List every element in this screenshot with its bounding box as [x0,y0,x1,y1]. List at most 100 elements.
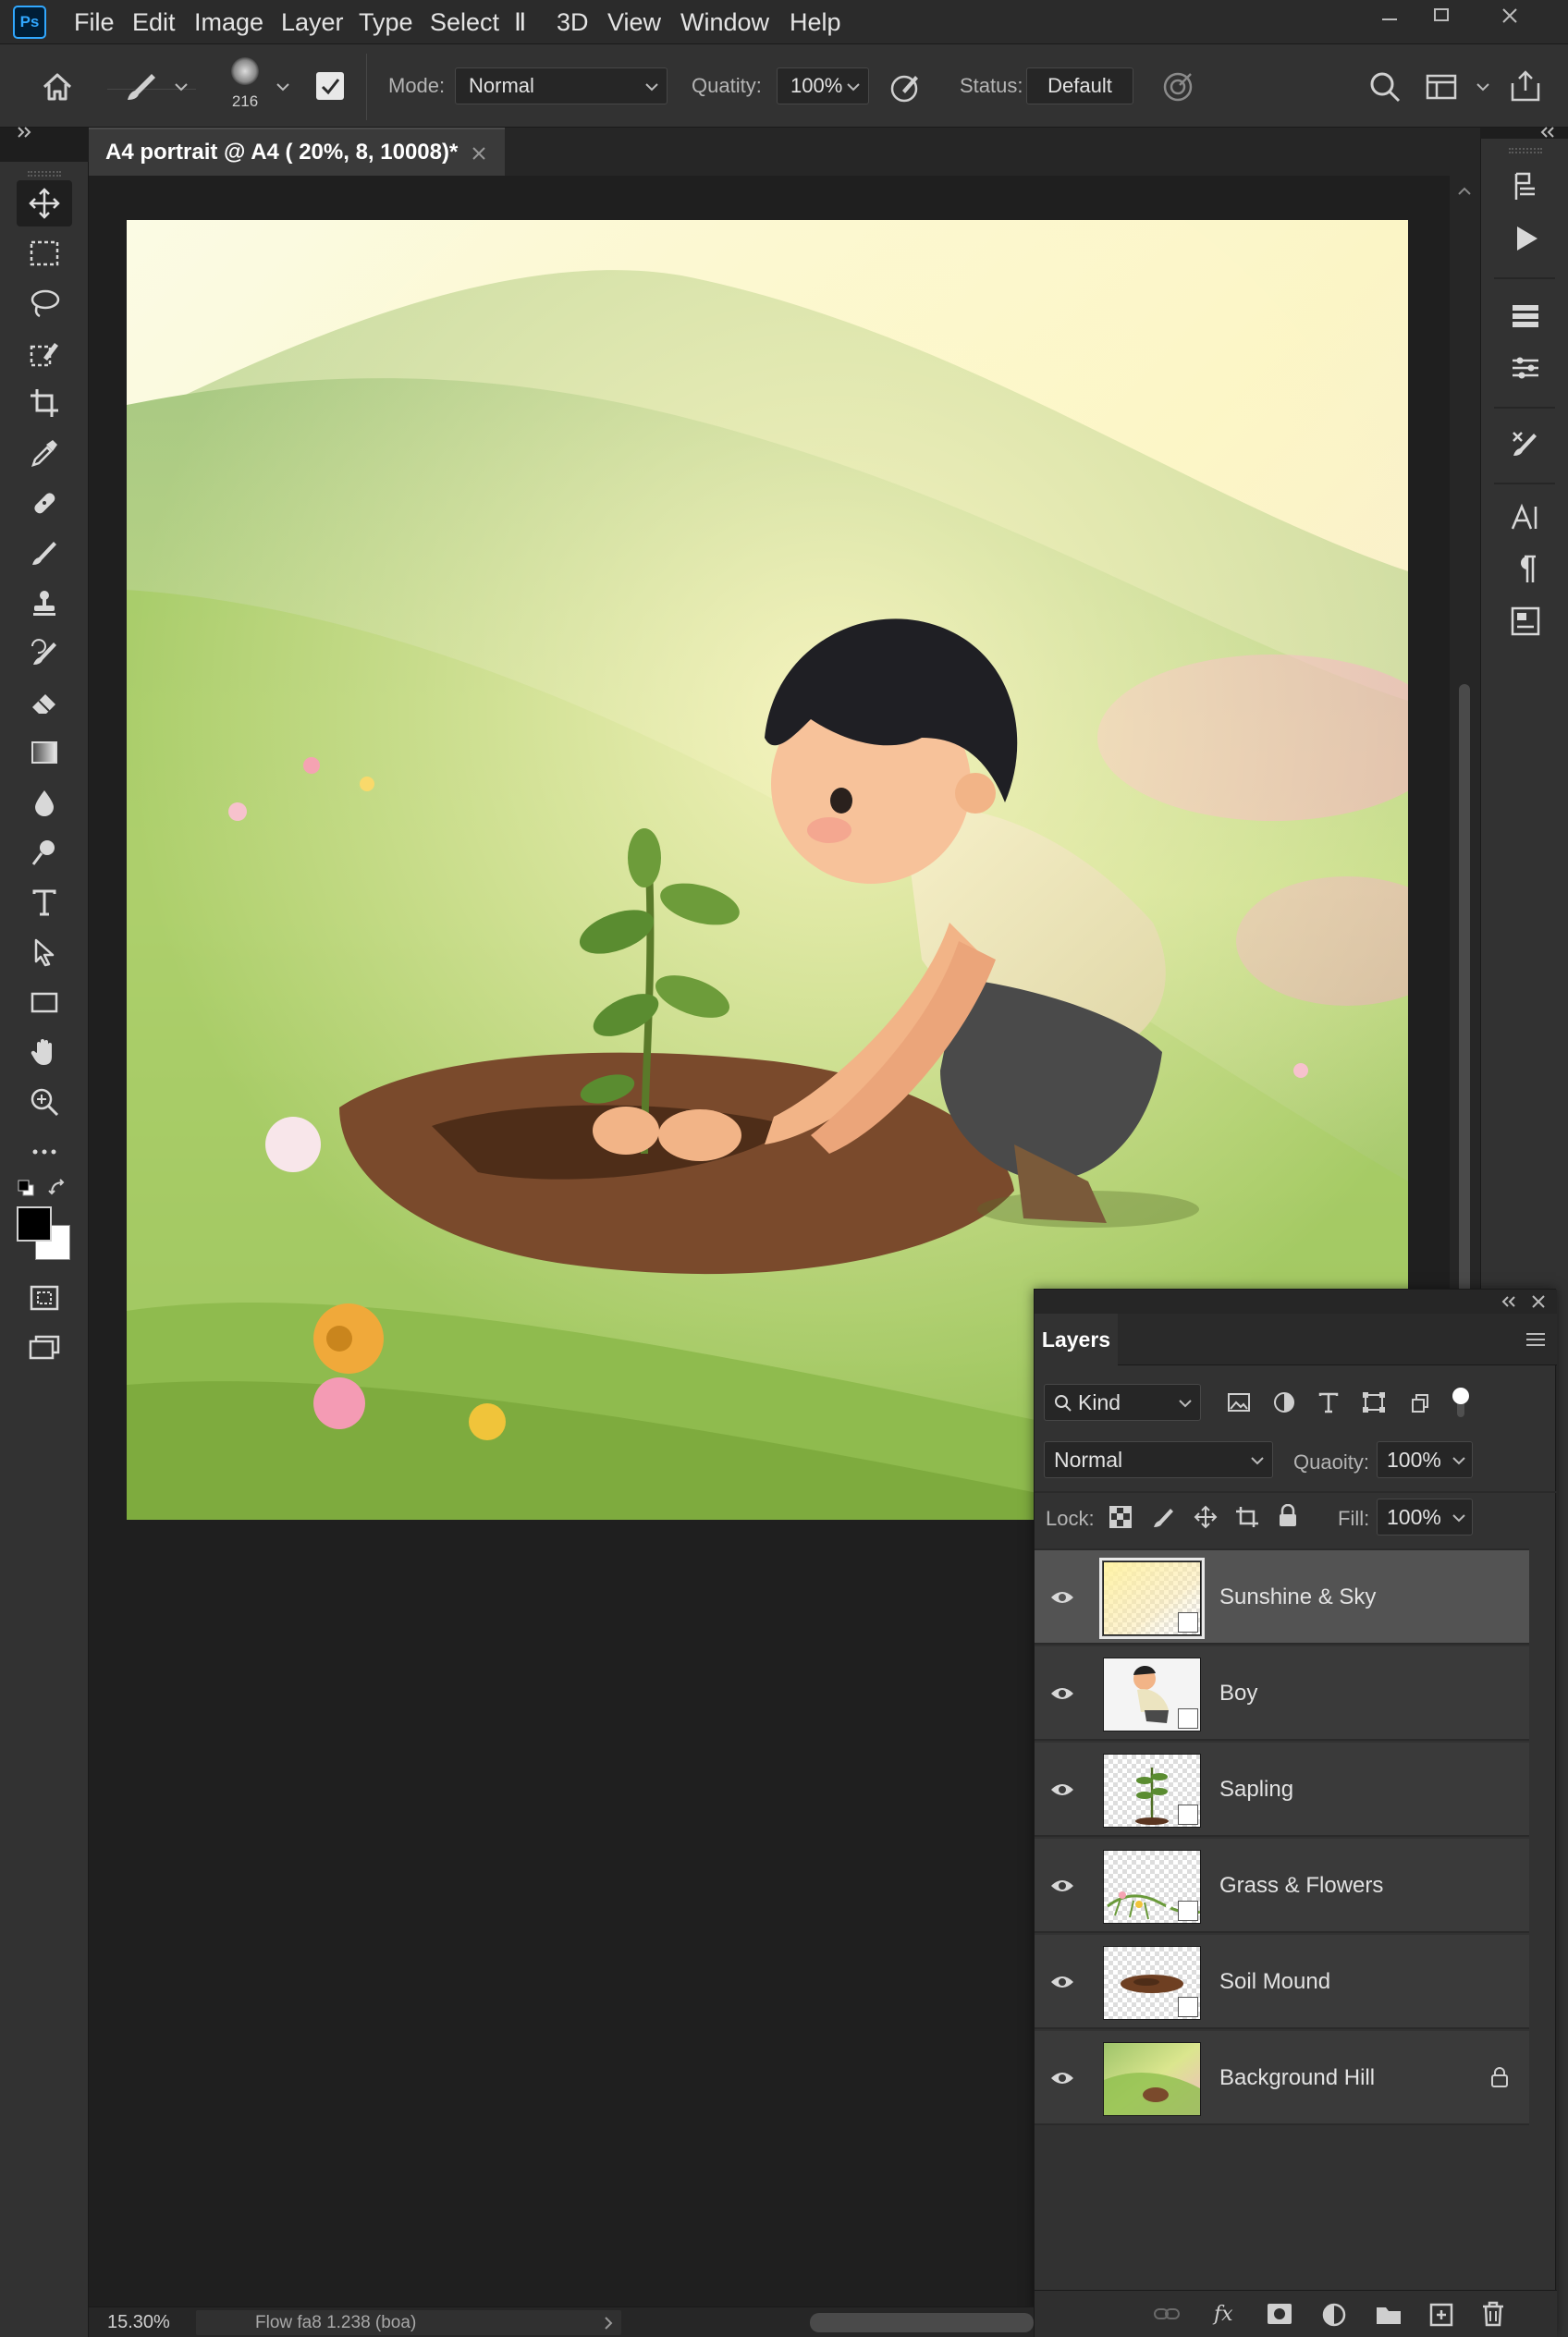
filter-kind-select[interactable]: Kind [1044,1384,1201,1421]
type-tool[interactable] [17,879,72,925]
layer-thumbnail[interactable] [1103,2042,1201,2116]
status-button[interactable]: Default [1026,67,1133,104]
filter-type-layers-button[interactable] [1317,1391,1340,1413]
blur-tool[interactable] [17,779,72,826]
history-panel-button[interactable] [1503,165,1548,209]
lock-position-button[interactable] [1194,1505,1218,1529]
quick-mask-button[interactable] [17,1275,72,1321]
panel-grip[interactable] [28,171,61,177]
layer-thumbnail[interactable] [1103,1850,1201,1924]
layer-row[interactable]: Background Hill [1035,2031,1529,2125]
menu-layer[interactable]: Layer [281,0,344,44]
panel-grip[interactable] [1509,148,1542,153]
horizontal-scroll-thumb[interactable] [810,2313,1034,2332]
symmetry-button[interactable] [1159,68,1196,105]
menu-select[interactable]: Select [430,0,499,44]
dodge-tool[interactable] [17,829,72,875]
layer-thumbnail[interactable] [1103,1658,1201,1731]
healing-brush-tool[interactable] [17,480,72,526]
menu-window[interactable]: Window [680,0,769,44]
collapse-panel-button[interactable] [1499,1291,1519,1312]
visibility-toggle[interactable] [1047,1584,1077,1611]
menu-image[interactable]: Image [194,0,263,44]
lock-image-pixels-button[interactable] [1151,1505,1175,1529]
visibility-toggle[interactable] [1047,1968,1077,1996]
panel-menu-button[interactable] [1525,1330,1547,1349]
menu-3d[interactable]: 3D [557,0,589,44]
eraser-tool[interactable] [17,679,72,726]
history-brush-tool[interactable] [17,630,72,676]
properties-panel-button[interactable] [1503,599,1548,643]
brushes-panel-button[interactable] [1503,422,1548,466]
close-tab-button[interactable] [470,144,488,163]
quick-selection-tool[interactable] [17,330,72,376]
paragraph-panel-button[interactable] [1503,547,1548,592]
layer-styles-button[interactable]: fx [1212,2300,1242,2328]
marquee-tool[interactable] [17,230,72,276]
new-group-button[interactable] [1375,2304,1403,2326]
layer-row[interactable]: Soil Mound [1035,1935,1529,2029]
close-window-button[interactable] [1476,0,1544,31]
filter-toggle-switch[interactable] [1451,1388,1471,1419]
visibility-toggle[interactable] [1047,1680,1077,1707]
zoom-tool[interactable] [17,1079,72,1125]
workspace-dropdown[interactable] [1476,80,1490,94]
rectangle-tool[interactable] [17,979,72,1025]
workspace-button[interactable] [1426,72,1459,102]
filter-pixel-layers-button[interactable] [1227,1391,1251,1413]
path-selection-tool[interactable] [17,929,72,975]
search-button[interactable] [1368,70,1402,104]
layer-row[interactable]: Sunshine & Sky [1035,1550,1529,1645]
move-tool[interactable] [17,180,72,226]
filter-smart-objects-button[interactable] [1408,1391,1430,1413]
share-button[interactable] [1509,68,1542,104]
maximize-button[interactable] [1407,0,1476,31]
default-colors-button[interactable] [17,1179,35,1197]
layer-row[interactable]: Sapling [1035,1743,1529,1837]
swap-colors-button[interactable] [48,1179,68,1199]
clone-stamp-tool[interactable] [17,580,72,626]
add-mask-button[interactable] [1266,2302,1293,2326]
menu-edit[interactable]: Edit [132,0,176,44]
brush-tool-preset[interactable] [122,67,159,107]
visibility-toggle[interactable] [1047,1872,1077,1900]
pressure-opacity-button[interactable] [888,68,925,105]
layer-row[interactable]: Grass & Flowers [1035,1839,1529,1933]
toolbar-collapse-button[interactable] [0,122,65,142]
eyedropper-tool[interactable] [17,430,72,476]
crop-tool[interactable] [17,380,72,426]
menu-type[interactable]: Type [359,0,413,44]
libraries-panel-button[interactable] [1503,294,1548,338]
filter-shape-layers-button[interactable] [1362,1391,1386,1413]
layer-thumbnail[interactable] [1099,1558,1205,1639]
more-tools-button[interactable] [17,1129,72,1175]
document-info[interactable]: Flow fa8 1.238 (boa) [196,2310,621,2335]
brush-size-picker[interactable]: 216 [222,55,268,116]
tab-layers[interactable]: Layers [1035,1314,1118,1365]
new-layer-button[interactable] [1428,2302,1454,2328]
filter-adjustment-layers-button[interactable] [1273,1391,1295,1413]
delete-layer-button[interactable] [1480,2300,1506,2328]
brush-size-dropdown[interactable] [276,80,290,94]
gradient-tool[interactable] [17,729,72,776]
fill-input[interactable]: 100% [1377,1499,1473,1536]
lasso-tool[interactable] [17,280,72,326]
adjustments-panel-button[interactable] [1503,346,1548,390]
screen-mode-button[interactable] [17,1325,72,1371]
layer-thumbnail[interactable] [1103,1946,1201,2020]
layer-row[interactable]: Boy [1035,1646,1529,1741]
brush-preset-dropdown[interactable] [174,80,189,94]
foreground-color-swatch[interactable] [17,1206,52,1242]
layer-thumbnail[interactable] [1103,1754,1201,1828]
visibility-toggle[interactable] [1047,2064,1077,2092]
zoom-level[interactable]: 15.30% [107,2307,170,2337]
menu-help[interactable]: Help [790,0,841,44]
link-layers-button[interactable] [1153,2304,1181,2324]
home-button[interactable] [37,67,78,107]
visibility-toggle[interactable] [1047,1776,1077,1804]
lock-artboard-button[interactable] [1234,1505,1260,1529]
hand-tool[interactable] [17,1029,72,1075]
blend-mode-select[interactable]: Normal [1044,1441,1273,1478]
document-tab[interactable]: A4 portrait @ A4 ( 20%, 8, 10008)* [89,128,505,176]
lock-transparent-pixels-button[interactable] [1109,1505,1133,1529]
